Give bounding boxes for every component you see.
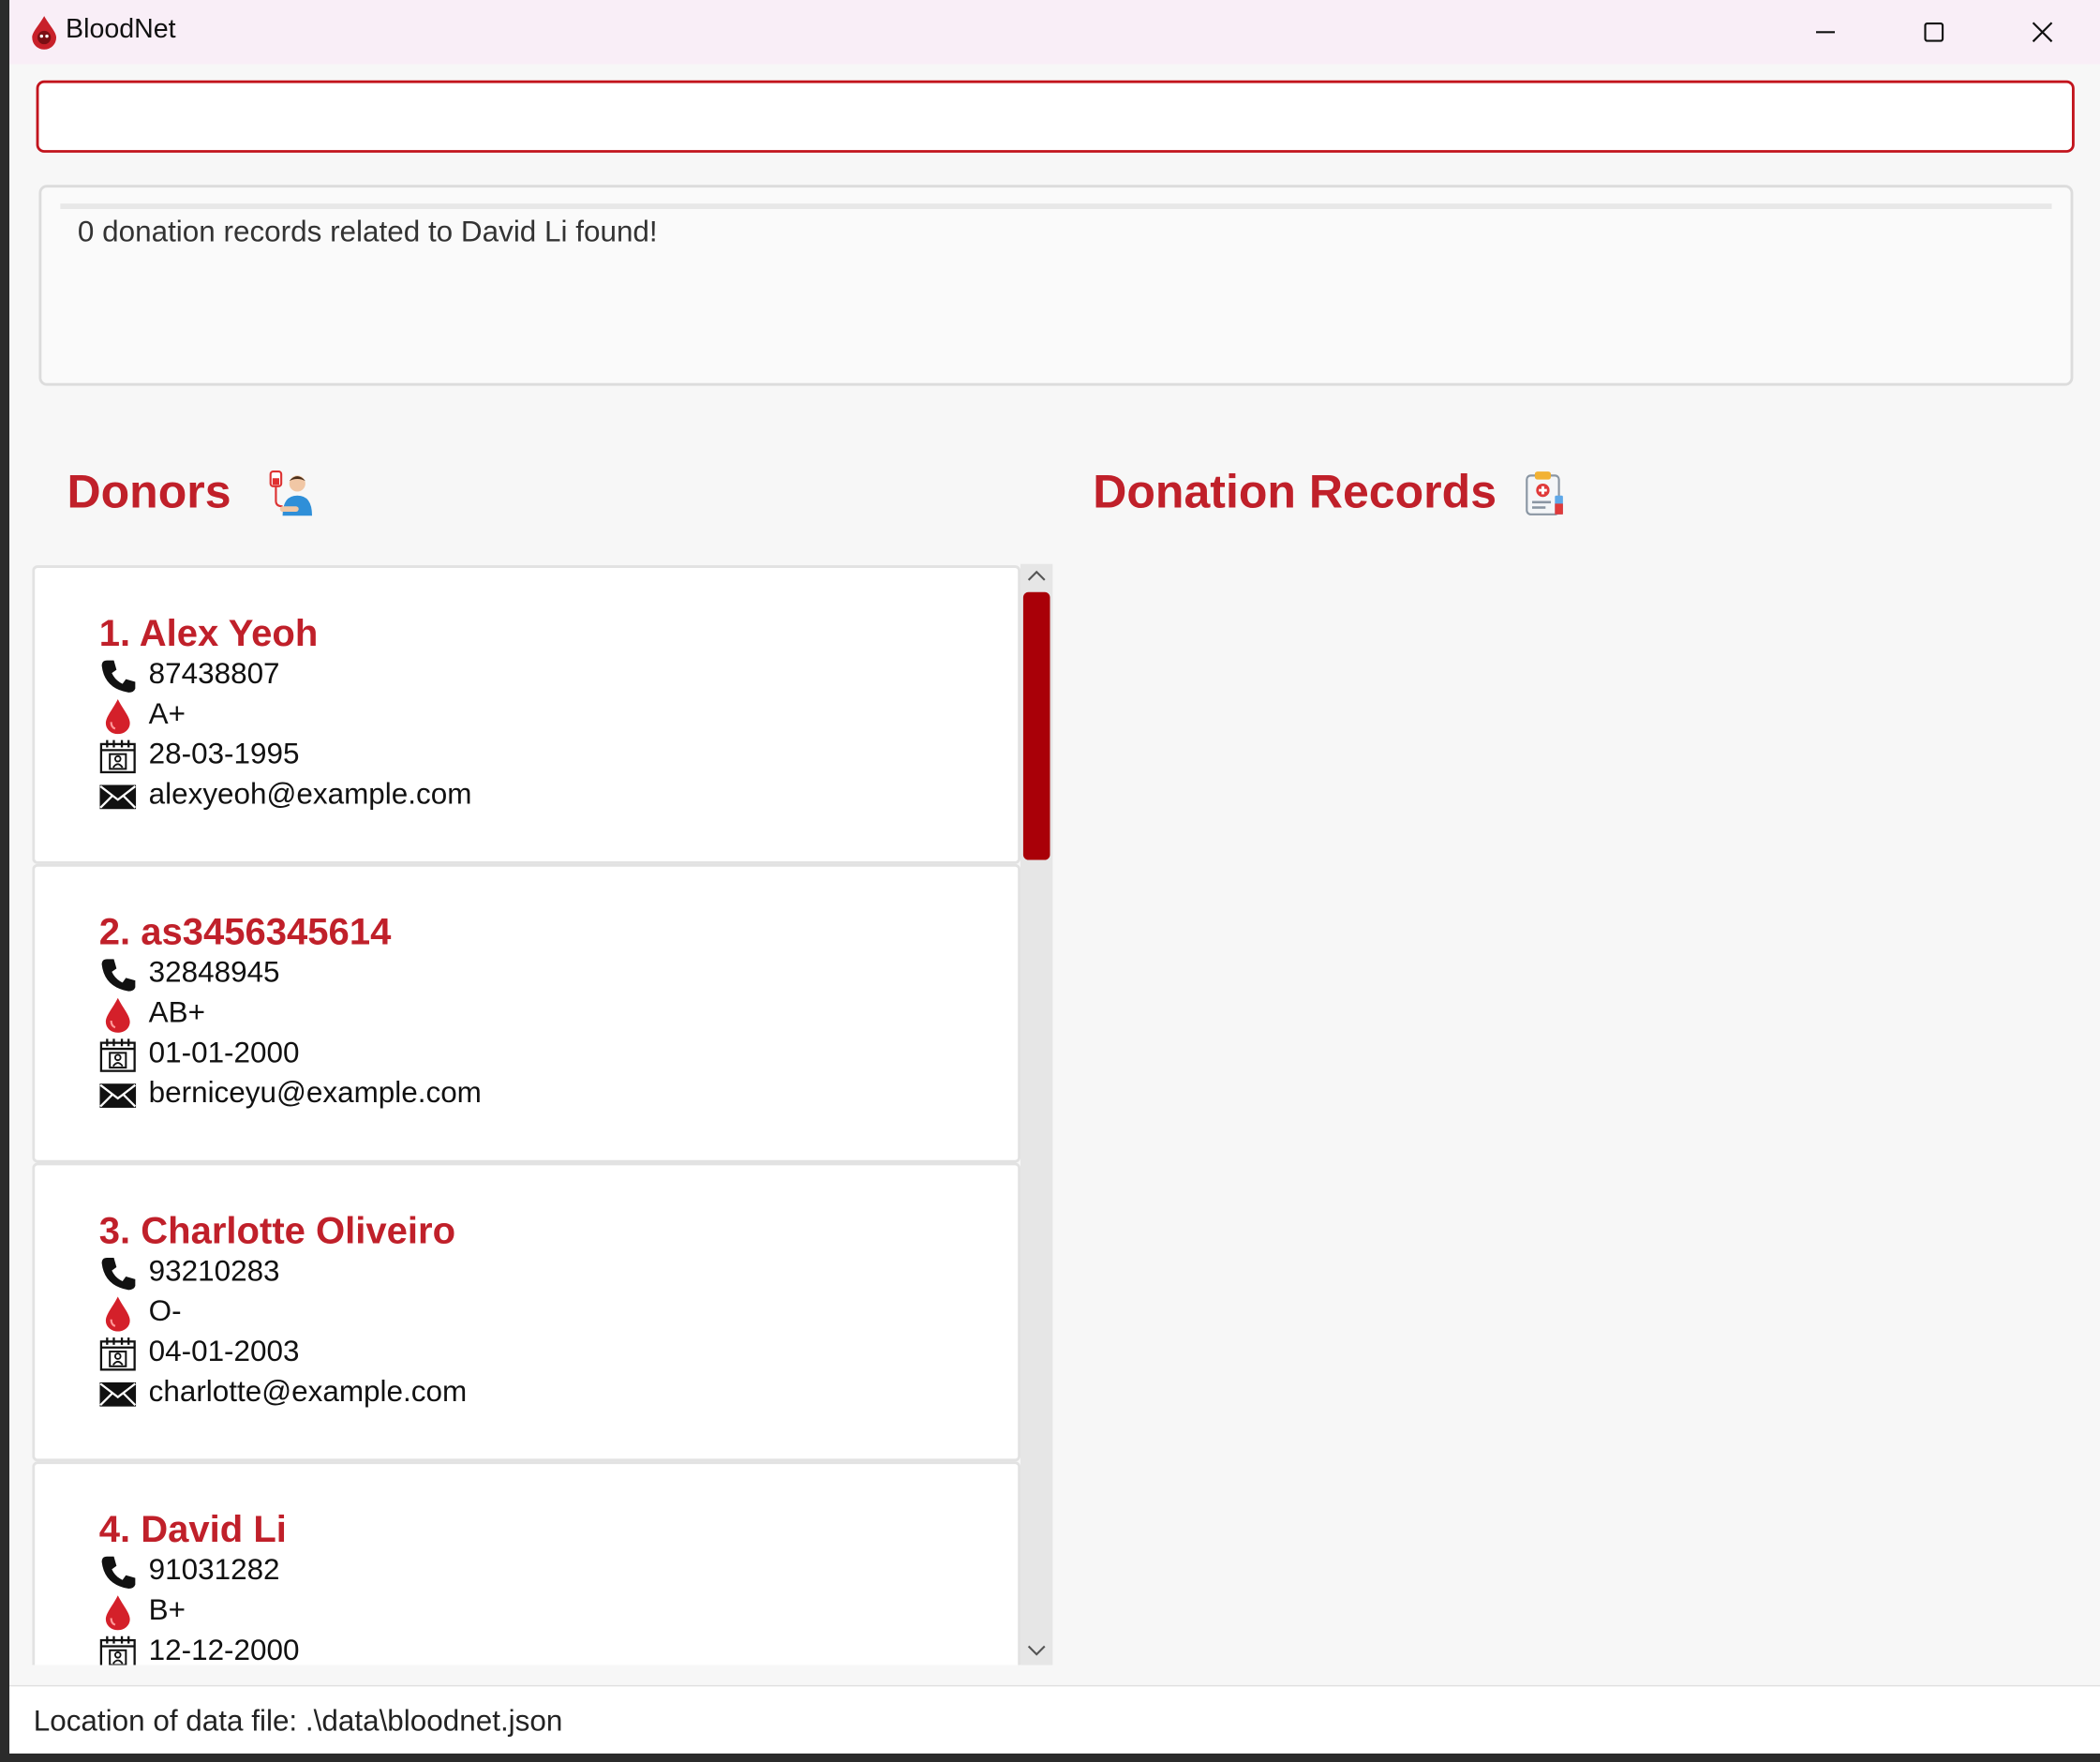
donor-list-scrollbar[interactable] — [1020, 563, 1053, 1665]
donor-card[interactable]: 4. David Li 91031282 B+ 12-12-2000 — [32, 1461, 1021, 1665]
result-divider — [60, 203, 2052, 209]
donor-date-of-birth: 01-01-2000 — [148, 1035, 300, 1069]
phone-icon — [99, 1555, 137, 1590]
donor-list[interactable]: 1. Alex Yeoh 87438807 A+ 28-03-1995 alexyeoh… — [32, 564, 1021, 1665]
donor-date-of-birth: 28-03-1995 — [148, 737, 300, 770]
envelope-icon — [99, 1377, 137, 1411]
phone-icon — [99, 659, 137, 694]
data-file-location: Location of data file: .\data\bloodnet.j… — [33, 1703, 563, 1738]
envelope-icon — [99, 1079, 137, 1113]
scroll-up-arrow-icon[interactable] — [1027, 568, 1046, 581]
donor-name: 1. Alex Yeoh — [98, 612, 319, 654]
donor-name: 2. as3456345614 — [98, 910, 392, 953]
command-input[interactable] — [36, 80, 2075, 153]
calendar-icon — [99, 1635, 137, 1665]
phone-icon — [99, 1257, 137, 1292]
donor-phone: 87438807 — [148, 656, 280, 691]
phone-icon — [99, 958, 137, 993]
close-button[interactable] — [2016, 10, 2069, 53]
blood-drop-icon — [99, 997, 137, 1033]
title-bar: BloodNet — [9, 0, 2100, 65]
donor-email: charlotte@example.com — [148, 1374, 468, 1409]
donor-date-of-birth: 04-01-2003 — [148, 1334, 300, 1368]
donor-blood-type: AB+ — [148, 994, 205, 1029]
app-window: BloodNet 0 donation records related to D… — [9, 0, 2100, 1754]
blood-drop-icon — [99, 699, 137, 735]
donor-card[interactable]: 3. Charlotte Oliveiro 93210283 O- 04-01-200… — [32, 1162, 1021, 1462]
calendar-icon — [99, 1336, 137, 1371]
minimize-icon — [1816, 31, 1836, 34]
donor-email: berniceyu@example.com — [148, 1075, 482, 1110]
donation-records-heading: Donation Records — [1093, 466, 1497, 519]
result-message: 0 donation records related to David Li f… — [77, 214, 658, 248]
donor-date-of-birth: 12-12-2000 — [148, 1633, 300, 1665]
donor-card[interactable]: 1. Alex Yeoh 87438807 A+ 28-03-1995 alexyeoh… — [32, 565, 1021, 864]
maximize-icon — [1924, 22, 1944, 42]
result-display: 0 donation records related to David Li f… — [38, 185, 2074, 386]
donors-heading: Donors — [67, 466, 231, 519]
blood-drop-logo-icon — [32, 16, 57, 50]
donor-blood-type: B+ — [148, 1592, 186, 1627]
donor-phone: 91031282 — [148, 1552, 280, 1587]
donor-email: alexyeoh@example.com — [148, 776, 472, 811]
calendar-icon — [99, 739, 137, 774]
blood-drop-icon — [99, 1595, 137, 1631]
status-bar: Location of data file: .\data\bloodnet.j… — [9, 1684, 2100, 1754]
blood-drop-icon — [99, 1296, 137, 1332]
donor-blood-type: A+ — [148, 696, 186, 730]
medical-clipboard-icon — [1526, 471, 1563, 515]
scroll-down-arrow-icon[interactable] — [1027, 1645, 1046, 1658]
donor-phone: 93210283 — [148, 1253, 280, 1288]
minimize-button[interactable] — [1798, 10, 1852, 53]
envelope-icon — [99, 780, 137, 814]
calendar-icon — [99, 1038, 137, 1073]
donor-blood-type: O- — [148, 1293, 182, 1328]
donor-name: 4. David Li — [98, 1508, 287, 1550]
scroll-thumb[interactable] — [1022, 591, 1050, 860]
donor-card[interactable]: 2. as3456345614 32848945 AB+ 01-01-2000 bern… — [32, 863, 1021, 1163]
donor-name: 3. Charlotte Oliveiro — [98, 1209, 456, 1251]
close-icon — [2032, 22, 2053, 43]
window-title: BloodNet — [66, 14, 176, 45]
donor-phone: 32848945 — [148, 955, 280, 989]
donor-transfusion-icon — [269, 470, 313, 516]
maximize-button[interactable] — [1907, 10, 1960, 53]
